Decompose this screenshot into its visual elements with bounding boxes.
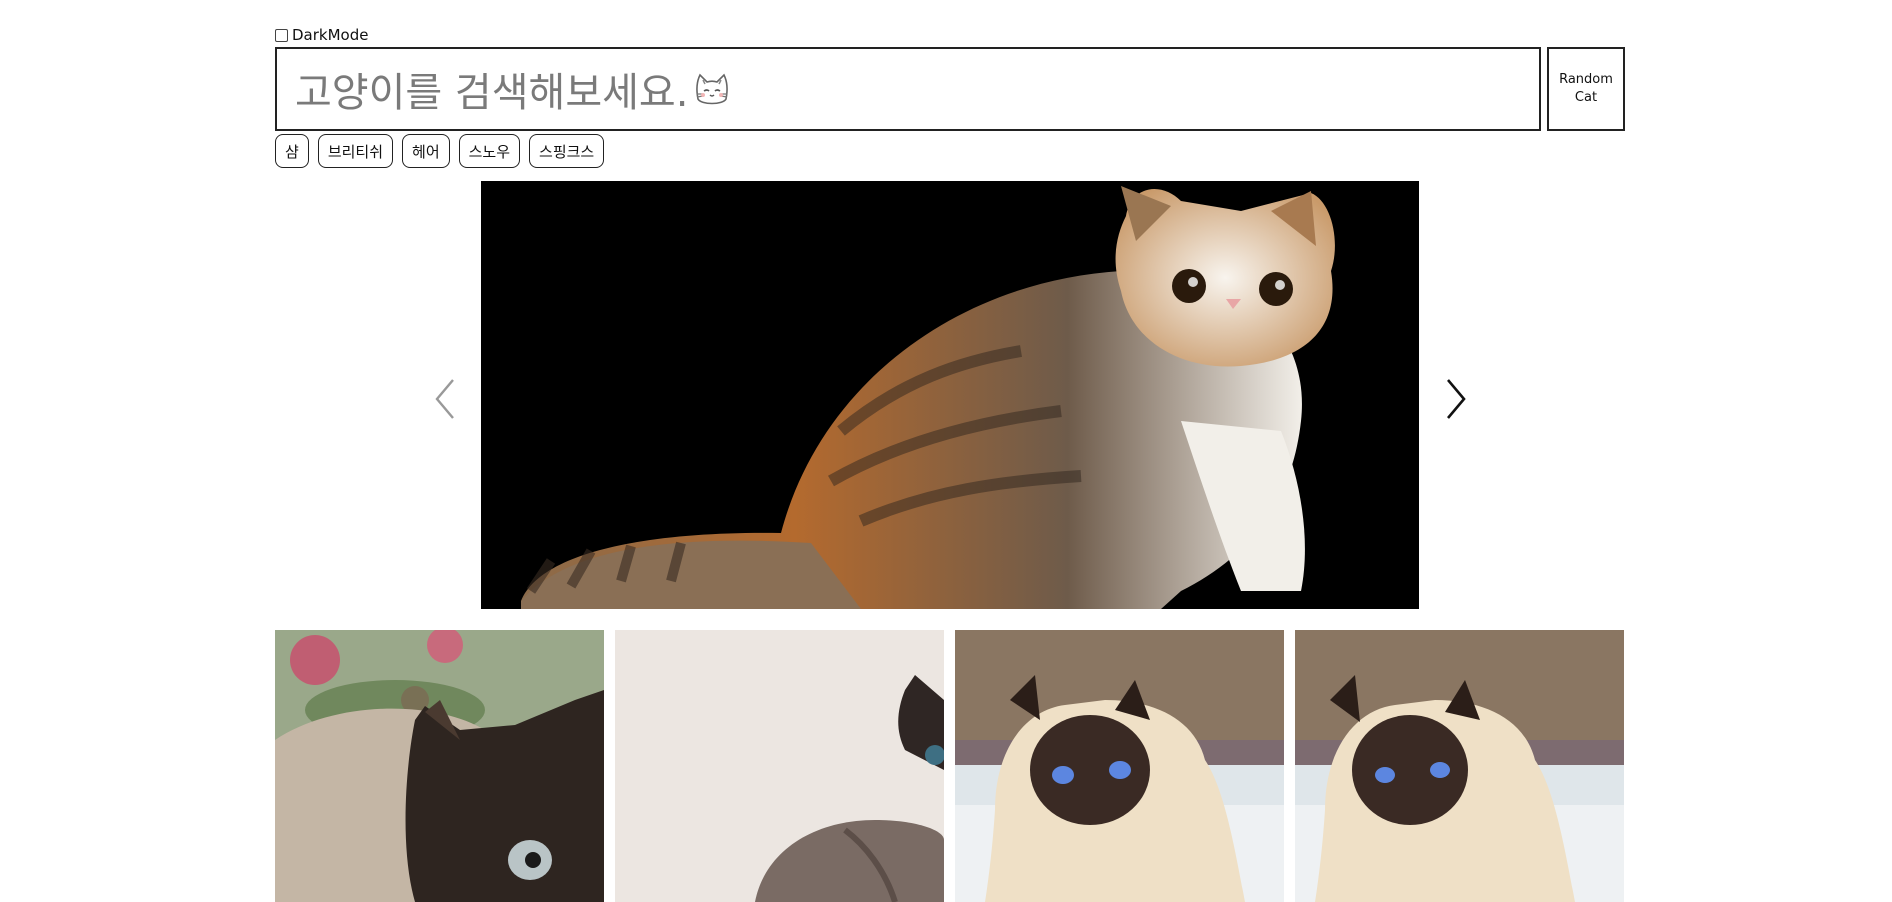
keyword-chip[interactable]: 스핑크스: [529, 134, 605, 168]
result-card[interactable]: [615, 630, 944, 902]
keyword-chip[interactable]: 스노우: [458, 134, 521, 168]
darkmode-toggle[interactable]: DarkMode: [275, 26, 368, 44]
chevron-left-icon[interactable]: [433, 378, 459, 420]
result-card[interactable]: [1295, 630, 1624, 902]
darkmode-checkbox[interactable]: [275, 28, 288, 42]
results-grid: [275, 630, 1624, 902]
keyword-chip[interactable]: 헤어: [402, 134, 450, 168]
slide-image: [481, 181, 1419, 609]
chevron-right-icon[interactable]: [1442, 378, 1468, 420]
darkmode-label: DarkMode: [292, 26, 369, 44]
cat-face-icon: [692, 69, 732, 109]
result-card[interactable]: [275, 630, 604, 902]
keyword-list: 샴 브리티쉬 헤어 스노우 스핑크스: [275, 134, 605, 168]
search-section: 고양이를 검색해보세요. Random Cat: [275, 47, 1625, 131]
search-placeholder: 고양이를 검색해보세요.: [295, 70, 689, 116]
image-slider: [275, 181, 1625, 609]
search-input[interactable]: 고양이를 검색해보세요.: [275, 47, 1541, 131]
keyword-chip[interactable]: 브리티쉬: [317, 134, 394, 168]
result-card[interactable]: [955, 630, 1284, 902]
random-cat-button[interactable]: Random Cat: [1547, 47, 1625, 131]
keyword-chip[interactable]: 샴: [275, 134, 309, 168]
